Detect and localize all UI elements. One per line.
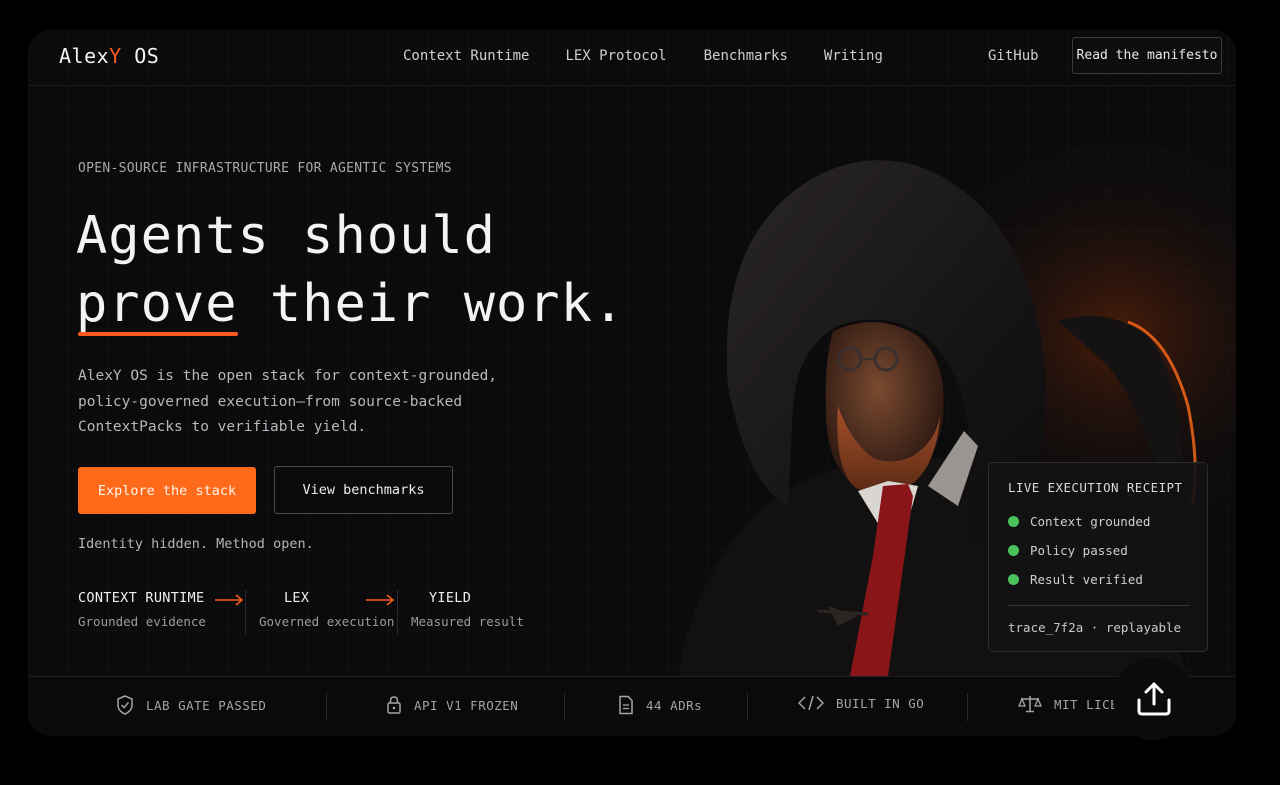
receipt-item: Context grounded — [1008, 514, 1150, 529]
badge-built-in-go: BUILT IN GO — [798, 695, 924, 711]
pipeline-divider — [245, 590, 246, 634]
trust-badges-bar: LAB GATE PASSED API V1 FROZEN 44 ADRs BU… — [28, 676, 1236, 736]
shield-check-icon — [117, 695, 133, 715]
badge-label: LAB GATE PASSED — [146, 697, 267, 713]
read-manifesto-button[interactable]: Read the manifesto — [1072, 37, 1222, 74]
badge-label: API V1 FROZEN — [414, 697, 519, 713]
code-icon — [798, 695, 824, 711]
top-navigation: AlexY OS Context Runtime LEX Protocol Be… — [28, 30, 1236, 86]
pipeline-divider — [397, 590, 398, 634]
brand-accent: Y — [109, 44, 122, 68]
receipt-item: Result verified — [1008, 572, 1143, 587]
badge-divider — [564, 693, 565, 721]
stage-subtitle: Measured result — [411, 614, 524, 629]
pipeline-flow: CONTEXT RUNTIME Grounded evidence LEX Go… — [78, 590, 538, 640]
nav-link-benchmarks[interactable]: Benchmarks — [704, 48, 788, 64]
arrow-right-icon — [215, 594, 244, 606]
pipeline-stage-context-runtime: CONTEXT RUNTIME Grounded evidence — [78, 590, 206, 629]
nav-link-writing[interactable]: Writing — [824, 48, 883, 64]
badge-api-frozen: API V1 FROZEN — [386, 695, 518, 715]
nav-links: Context Runtime LEX Protocol Benchmarks … — [403, 48, 919, 64]
hero-eyebrow: OPEN-SOURCE INFRASTRUCTURE FOR AGENTIC S… — [78, 161, 452, 176]
badge-lab-gate: LAB GATE PASSED — [116, 695, 266, 715]
live-execution-receipt-card: LIVE EXECUTION RECEIPT Context grounded … — [988, 462, 1208, 652]
stage-title: YIELD — [429, 590, 472, 606]
badge-divider — [326, 693, 327, 721]
headline-highlight-word: prove — [76, 270, 238, 338]
receipt-divider — [1008, 605, 1190, 606]
badge-mit-license: MIT LICE — [1018, 695, 1118, 713]
page-frame: AlexY OS Context Runtime LEX Protocol Be… — [28, 30, 1236, 736]
brand-suffix: OS — [121, 44, 160, 68]
lock-icon — [387, 696, 401, 714]
status-dot-icon — [1008, 545, 1019, 556]
scale-icon — [1018, 696, 1042, 713]
explore-stack-button[interactable]: Explore the stack — [78, 467, 256, 514]
status-dot-icon — [1008, 574, 1019, 585]
badge-adrs: 44 ADRs — [618, 695, 702, 715]
receipt-item-label: Policy passed — [1030, 543, 1128, 558]
stage-subtitle: Governed execution — [259, 614, 395, 629]
badge-divider — [747, 693, 748, 721]
stage-subtitle: Grounded evidence — [78, 614, 206, 629]
hero-description: AlexY OS is the open stack for context-g… — [78, 368, 498, 435]
share-upload-icon — [1137, 682, 1171, 716]
badge-label: MIT LICE — [1054, 696, 1119, 712]
receipt-item: Policy passed — [1008, 543, 1128, 558]
brand-prefix: Alex — [59, 44, 110, 68]
badge-label: BUILT IN GO — [836, 695, 925, 711]
stage-title: CONTEXT RUNTIME — [78, 590, 205, 606]
hero-tagline: Identity hidden. Method open. — [78, 536, 314, 552]
status-dot-icon — [1008, 516, 1019, 527]
brand-logo[interactable]: AlexY OS — [59, 44, 159, 68]
headline-rest: their work. — [237, 274, 626, 334]
headline-line-1: Agents should — [76, 206, 496, 266]
receipt-title: LIVE EXECUTION RECEIPT — [1008, 480, 1183, 495]
view-benchmarks-button[interactable]: View benchmarks — [274, 466, 453, 514]
badge-divider — [967, 693, 968, 721]
receipt-trace-id: trace_7f2a · replayable — [1008, 620, 1182, 635]
share-button[interactable] — [1113, 658, 1195, 740]
document-icon — [619, 695, 633, 715]
receipt-item-label: Context grounded — [1030, 514, 1151, 529]
nav-link-lex-protocol[interactable]: LEX Protocol — [565, 48, 666, 64]
arrow-right-icon — [366, 594, 395, 606]
pipeline-stage-yield: YIELD Measured result — [411, 590, 524, 629]
receipt-item-label: Result verified — [1030, 572, 1143, 587]
hero-headline: Agents should prove their work. — [76, 202, 625, 338]
nav-link-context-runtime[interactable]: Context Runtime — [403, 48, 529, 64]
badge-label: 44 ADRs — [646, 697, 703, 713]
github-link[interactable]: GitHub — [988, 48, 1039, 64]
